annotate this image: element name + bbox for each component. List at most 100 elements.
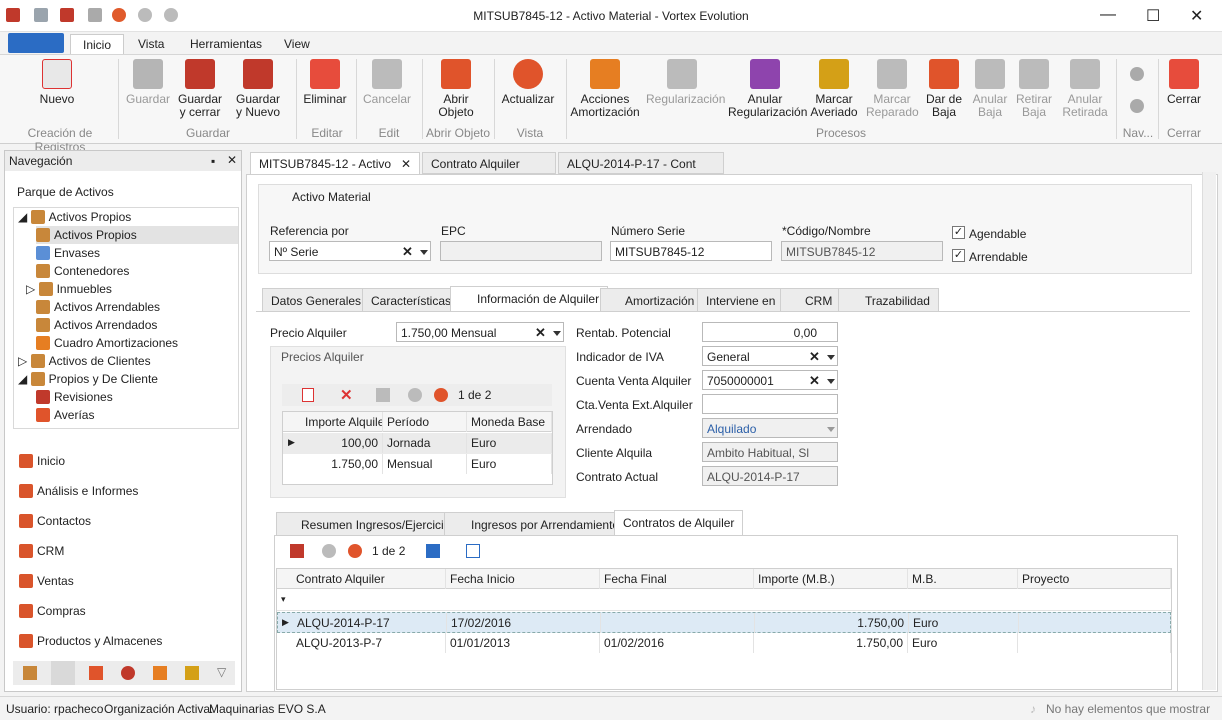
tab-trazabilidad[interactable]: Trazabilidad (838, 288, 939, 312)
doc-tab-contrato[interactable]: Contrato Alquiler (422, 152, 556, 174)
actualizar-button[interactable]: Actualizar (500, 59, 556, 106)
nav-button-inicio[interactable]: Inicio (19, 449, 65, 473)
shortcut-icon[interactable] (185, 666, 199, 680)
shortcut-icon[interactable] (121, 666, 135, 680)
table-row[interactable]: ▶ 100,00 Jornada Euro (283, 433, 552, 454)
tree-item[interactable]: Contenedores (36, 262, 129, 280)
col-header[interactable]: Moneda Base (467, 412, 552, 432)
anular-regularizacion-button[interactable]: Anular Regularización (728, 59, 807, 119)
guardar-nuevo-button[interactable]: Guardar y Nuevo (230, 59, 286, 119)
nuevo-button[interactable]: Nuevo (22, 59, 92, 106)
cancelar-button[interactable]: Cancelar (362, 59, 412, 106)
new-icon[interactable] (302, 388, 314, 402)
guardar-cerrar-button[interactable]: Guardar y cerrar (176, 59, 224, 119)
tree-item[interactable]: Activos Arrendables (36, 298, 160, 316)
shortcut-icon[interactable] (51, 661, 75, 685)
nav-button-ventas[interactable]: Ventas (19, 569, 74, 593)
marcar-reparado-button[interactable]: Marcar Reparado (866, 59, 919, 119)
tab-amortizacion[interactable]: Amortización (600, 288, 704, 312)
pin-icon[interactable]: ▪ (211, 154, 215, 168)
acciones-amortizacion-button[interactable]: Acciones Amortización (570, 59, 640, 119)
tab-vista[interactable]: Vista (126, 34, 176, 54)
tab-caracteristicas[interactable]: Características (362, 288, 461, 312)
tab-inicio[interactable]: Inicio (70, 34, 125, 54)
nav-button-crm[interactable]: CRM (19, 539, 64, 563)
shortcut-icon[interactable] (89, 666, 103, 680)
table-row[interactable]: ▶ ALQU-2014-P-17 17/02/2016 1.750,00 Eur… (277, 612, 1172, 633)
retirar-baja-button[interactable]: Retirar Baja (1014, 59, 1054, 119)
precio-select[interactable]: 1.750,00 Mensual ✕ (396, 322, 564, 342)
anular-baja-button[interactable]: Anular Baja (970, 59, 1010, 119)
vertical-scrollbar[interactable] (1202, 172, 1216, 690)
open-icon[interactable] (290, 544, 304, 558)
col-header[interactable]: Contrato Alquiler (292, 569, 446, 589)
tree-item[interactable]: Envases (36, 244, 100, 262)
tree-item[interactable]: Averías (36, 406, 94, 424)
nav-button-analisis[interactable]: Análisis e Informes (19, 479, 138, 503)
up-icon[interactable] (322, 544, 336, 558)
close-icon[interactable]: ✕ (1190, 6, 1203, 26)
nav-button-contactos[interactable]: Contactos (19, 509, 91, 533)
tree-item[interactable]: ◢ Propios y De Cliente (18, 370, 158, 388)
tab-ingresos[interactable]: Ingresos por Arrendamiento (444, 512, 629, 536)
serie-field[interactable]: MITSUB7845-12 (610, 241, 772, 261)
tree-item[interactable]: Activos Arrendados (36, 316, 157, 334)
nav-down-icon[interactable] (1130, 99, 1144, 113)
cerrar-button[interactable]: Cerrar (1162, 59, 1206, 106)
up-icon[interactable] (408, 388, 422, 402)
col-header[interactable]: Proyecto (1018, 569, 1171, 589)
tree-item[interactable]: Activos Propios (36, 226, 238, 244)
tab-view[interactable]: View (272, 34, 322, 54)
tab-resumen[interactable]: Resumen Ingresos/Ejercicio (276, 512, 460, 536)
cliente-field[interactable]: Ambito Habitual, Sl (702, 442, 838, 462)
tab-info-alquiler[interactable]: Información de Alquiler (450, 286, 609, 312)
nav-button-compras[interactable]: Compras (19, 599, 86, 623)
minimize-icon[interactable]: — (1100, 6, 1116, 24)
table-row[interactable]: 1.750,00 Mensual Euro (283, 454, 552, 475)
agendable-checkbox[interactable]: ✓ (952, 226, 965, 239)
code-field[interactable]: MITSUB7845-12 (781, 241, 943, 261)
ref-select[interactable]: Nº Serie ✕ (269, 241, 431, 261)
down-icon[interactable] (434, 388, 448, 402)
save-icon[interactable] (376, 388, 390, 402)
doc-tab-activo[interactable]: MITSUB7845-12 - Activo ✕ (250, 152, 420, 174)
chevron-down-icon[interactable]: ▽ (217, 665, 226, 679)
col-header[interactable]: Fecha Inicio (446, 569, 600, 589)
dar-de-baja-button[interactable]: Dar de Baja (924, 59, 964, 119)
tree-item[interactable]: Revisiones (36, 388, 113, 406)
close-nav-icon[interactable]: ✕ (227, 153, 237, 167)
shortcut-icon[interactable] (23, 666, 37, 680)
nav-up-icon[interactable] (1130, 67, 1144, 81)
nav-button-productos[interactable]: Productos y Almacenes (19, 629, 162, 653)
guardar-button[interactable]: Guardar (124, 59, 172, 106)
tab-interviene[interactable]: Interviene en (697, 288, 785, 312)
epc-field[interactable] (440, 241, 602, 261)
down-icon[interactable] (348, 544, 362, 558)
col-header[interactable]: Fecha Final (600, 569, 754, 589)
shortcut-icon[interactable] (153, 666, 167, 680)
close-tab-icon[interactable]: ✕ (401, 157, 411, 171)
filter-row[interactable]: ▾ (277, 590, 1171, 611)
tree-item[interactable]: ▷ Activos de Clientes (18, 352, 151, 370)
abrir-objeto-button[interactable]: Abrir Objeto (432, 59, 480, 119)
eliminar-button[interactable]: Eliminar (302, 59, 348, 106)
cuenta-select[interactable]: 7050000001 ✕ (702, 370, 838, 390)
tree-item[interactable]: ◢ Activos Propios (18, 208, 131, 226)
rentab-field[interactable]: 0,00 (702, 322, 838, 342)
app-menu-button[interactable] (8, 33, 64, 53)
anular-retirada-button[interactable]: Anular Retirada (1060, 59, 1110, 119)
tab-crm[interactable]: CRM (780, 288, 842, 312)
tree-item[interactable]: Cuadro Amortizaciones (36, 334, 178, 352)
delete-icon[interactable]: ✕ (340, 386, 353, 404)
table-row[interactable]: ALQU-2013-P-7 01/01/2013 01/02/2016 1.75… (277, 633, 1171, 654)
tab-datos-generales[interactable]: Datos Generales (262, 288, 371, 312)
arrendable-checkbox[interactable]: ✓ (952, 249, 965, 262)
tab-contratos[interactable]: Contratos de Alquiler (614, 510, 744, 536)
col-header[interactable]: Importe (M.B.) (754, 569, 908, 589)
iva-select[interactable]: General ✕ (702, 346, 838, 366)
arrendado-field[interactable]: Alquilado (702, 418, 838, 438)
tree-item[interactable]: ▷ Inmuebles (26, 280, 112, 298)
tab-herramientas[interactable]: Herramientas (178, 34, 274, 54)
doc-tab-alqu[interactable]: ALQU-2014-P-17 - Cont (558, 152, 724, 174)
maximize-icon[interactable]: ☐ (1146, 6, 1160, 26)
